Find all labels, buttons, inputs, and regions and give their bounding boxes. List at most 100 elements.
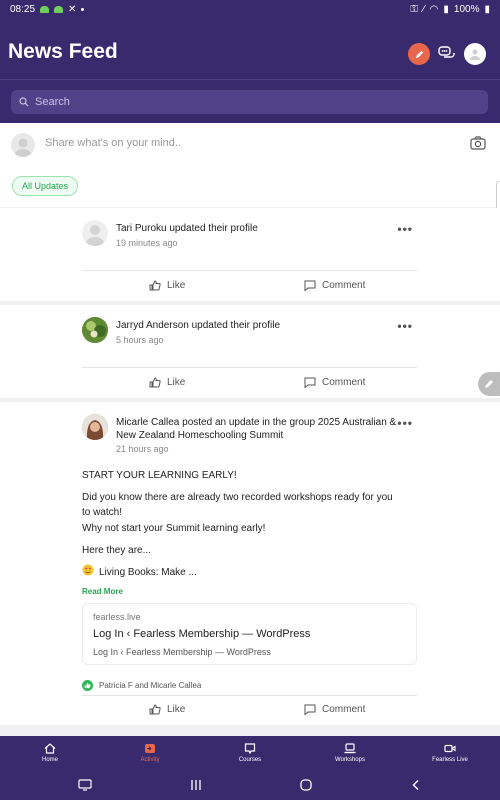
key-icon: ⚿ bbox=[410, 3, 418, 15]
activity-card: Tari Puroku updated their profile 19 min… bbox=[0, 208, 500, 301]
bottom-navigation: Home Activity Courses Workshops Fearless… bbox=[0, 736, 500, 770]
link-domain: fearless.live bbox=[93, 612, 141, 622]
compose-button[interactable] bbox=[408, 43, 430, 65]
emoji-icon bbox=[82, 564, 94, 581]
divider bbox=[82, 270, 417, 271]
search-bar[interactable] bbox=[11, 90, 488, 114]
author-name[interactable]: Jarryd Anderson bbox=[116, 320, 189, 331]
nav-home[interactable]: Home bbox=[0, 736, 100, 770]
share-box: Share what's on your mind.. All Updates bbox=[0, 123, 500, 207]
link-title: Log In ‹ Fearless Membership — WordPress bbox=[93, 628, 311, 640]
edit-fab[interactable] bbox=[478, 372, 500, 396]
comment-button[interactable]: Comment bbox=[304, 377, 365, 388]
signal-icon: ▮ bbox=[443, 3, 449, 15]
profile-avatar-button[interactable] bbox=[464, 43, 486, 65]
nav-activity[interactable]: Activity bbox=[100, 736, 200, 770]
nav-label: Home bbox=[41, 757, 58, 763]
battery-level: 100% bbox=[453, 3, 480, 15]
comment-icon bbox=[304, 704, 316, 715]
post-time: 21 hours ago bbox=[116, 444, 169, 454]
nav-label: Workshops bbox=[335, 757, 365, 763]
search-icon bbox=[19, 97, 29, 107]
activity-card: Jarryd Anderson updated their profile 5 … bbox=[0, 305, 500, 398]
like-button[interactable]: Like bbox=[149, 704, 185, 715]
comment-label: Comment bbox=[322, 280, 366, 291]
avatar bbox=[11, 133, 35, 157]
post-action: posted an update in the group bbox=[182, 417, 316, 428]
activity-icon bbox=[145, 744, 155, 753]
status-bar: 08:25 ✕ ⚿ ⁄ ◠ ▮ 100% ▮ bbox=[0, 0, 500, 18]
activity-card: Micarle Callea posted an update in the g… bbox=[0, 402, 500, 725]
battery-icon: ▮ bbox=[484, 3, 490, 15]
divider bbox=[82, 695, 417, 696]
app-header: News Feed bbox=[0, 18, 500, 123]
post-action: updated their profile bbox=[191, 320, 281, 331]
home-icon bbox=[44, 743, 56, 754]
share-input[interactable]: Share what's on your mind.. bbox=[45, 137, 181, 149]
like-label: Like bbox=[167, 377, 186, 388]
avatar[interactable] bbox=[82, 220, 108, 246]
thumbs-up-icon bbox=[149, 704, 161, 715]
back-icon[interactable] bbox=[410, 779, 422, 791]
more-options-icon[interactable]: ••• bbox=[397, 222, 413, 236]
comment-button[interactable]: Comment bbox=[304, 280, 365, 291]
courses-icon bbox=[244, 743, 256, 754]
overview-icon[interactable] bbox=[189, 779, 203, 791]
system-navigation-bar bbox=[0, 770, 500, 800]
post-time: 5 hours ago bbox=[116, 335, 164, 345]
post-line: Living Books: Make ... bbox=[99, 567, 197, 578]
mute-icon: ⁄ bbox=[422, 3, 425, 15]
author-name[interactable]: Micarle Callea bbox=[116, 417, 179, 428]
avatar[interactable] bbox=[82, 317, 108, 343]
status-time: 08:25 bbox=[10, 3, 36, 15]
more-options-icon[interactable]: ••• bbox=[397, 416, 413, 430]
user-icon bbox=[470, 49, 480, 60]
camera-button[interactable] bbox=[470, 136, 486, 155]
divider bbox=[82, 367, 417, 368]
comment-label: Comment bbox=[322, 377, 366, 388]
post-action: updated their profile bbox=[169, 223, 258, 234]
nav-label: Activity bbox=[140, 757, 160, 763]
android-icon bbox=[54, 5, 64, 13]
post-time: 19 minutes ago bbox=[116, 238, 178, 248]
post-line: Did you know there are already two recor… bbox=[82, 492, 393, 518]
search-input[interactable] bbox=[35, 96, 455, 108]
comment-icon bbox=[304, 280, 316, 291]
post-line: Why not start your Summit learning early… bbox=[82, 523, 266, 534]
post-line: Here they are... bbox=[82, 545, 151, 556]
like-badge-icon bbox=[82, 680, 93, 691]
chat-icon bbox=[438, 46, 455, 58]
page-title: News Feed bbox=[8, 40, 118, 63]
recent-apps-icon[interactable] bbox=[78, 779, 92, 791]
like-label: Like bbox=[167, 704, 186, 715]
comment-icon bbox=[304, 377, 316, 388]
nav-label: Courses bbox=[238, 757, 262, 763]
dot-icon bbox=[81, 7, 85, 11]
tools-icon: ✕ bbox=[68, 3, 77, 15]
messages-button[interactable] bbox=[436, 43, 458, 65]
likers-summary[interactable]: Patricia F and Micarle Callea bbox=[82, 680, 201, 691]
all-updates-filter[interactable]: All Updates bbox=[12, 176, 79, 196]
comment-label: Comment bbox=[322, 704, 366, 715]
link-preview[interactable]: fearless.live Log In ‹ Fearless Membersh… bbox=[82, 603, 417, 665]
nav-fearless-live[interactable]: Fearless Live bbox=[400, 736, 500, 770]
nav-workshops[interactable]: Workshops bbox=[300, 736, 400, 770]
pencil-icon bbox=[485, 380, 493, 388]
link-description: Log In ‹ Fearless Membership — WordPress bbox=[93, 647, 271, 657]
post-line: START YOUR LEARNING EARLY! bbox=[82, 470, 237, 481]
read-more-link[interactable]: Read More bbox=[82, 587, 123, 596]
wifi-icon: ◠ bbox=[429, 3, 439, 15]
like-button[interactable]: Like bbox=[149, 280, 185, 291]
likers-names: Patricia F and Micarle Callea bbox=[99, 681, 202, 690]
author-name[interactable]: Tari Puroku bbox=[116, 223, 167, 234]
thumbs-up-icon bbox=[149, 377, 161, 388]
nav-courses[interactable]: Courses bbox=[200, 736, 300, 770]
like-button[interactable]: Like bbox=[149, 377, 185, 388]
video-icon bbox=[444, 744, 456, 753]
home-circle-icon[interactable] bbox=[299, 778, 313, 792]
comment-button[interactable]: Comment bbox=[304, 704, 365, 715]
more-options-icon[interactable]: ••• bbox=[397, 319, 413, 333]
avatar[interactable] bbox=[82, 414, 108, 440]
thumbs-up-icon bbox=[149, 280, 161, 291]
camera-icon bbox=[470, 136, 486, 150]
